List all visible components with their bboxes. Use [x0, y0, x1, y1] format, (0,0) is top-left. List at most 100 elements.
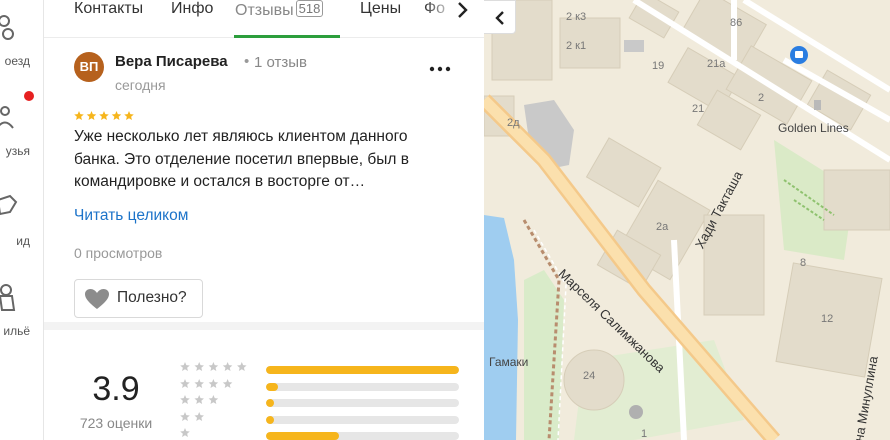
star-icon	[208, 395, 219, 405]
star-icon	[208, 362, 219, 372]
ratings-count: 723 оценки	[79, 415, 153, 431]
chevron-left-icon	[495, 11, 504, 25]
map-canvas	[484, 0, 890, 440]
star-icon	[74, 111, 84, 121]
house-number: 12	[821, 313, 834, 325]
review-rating-stars	[74, 111, 134, 121]
read-more-link[interactable]: Читать целиком	[74, 207, 188, 225]
review-views: 0 просмотров	[74, 245, 163, 261]
rail-item-guide[interactable]: ид	[0, 190, 44, 260]
collapse-panel-button[interactable]	[484, 0, 516, 34]
author-separator: •	[244, 53, 250, 70]
house-number: 2	[758, 92, 765, 104]
tab-contacts[interactable]: Контакты	[74, 0, 143, 18]
row-stars	[180, 428, 190, 438]
poi-label[interactable]: Golden Lines	[778, 121, 849, 135]
row-stars	[180, 362, 247, 372]
star-icon	[180, 411, 190, 421]
star-icon	[237, 362, 247, 372]
star-icon	[180, 362, 190, 372]
row-stars	[180, 395, 219, 405]
housing-icon	[0, 284, 16, 311]
rating-row[interactable]	[180, 378, 470, 395]
star-icon	[111, 111, 122, 121]
rating-bar-fill	[266, 366, 459, 374]
rating-bar-track	[266, 432, 459, 440]
rail-item-label: ильё	[3, 324, 30, 338]
rail-item-label: ид	[16, 234, 30, 248]
star-icon	[222, 378, 233, 388]
more-options-button[interactable]	[428, 60, 452, 78]
star-icon	[222, 362, 233, 372]
house-number: 21	[692, 103, 705, 115]
tab-bar: Контакты Инфо Отзывы518 Цены Фо	[44, 0, 484, 38]
rating-bar-track	[266, 399, 459, 407]
rail-item-route[interactable]: оезд	[0, 12, 44, 82]
map-view[interactable]: 2 к3 2 к1 86 19 21а 21 2 2д 2а 8 12 24 1…	[484, 0, 890, 440]
house-number: 2а	[656, 221, 669, 233]
left-rail: оезд узья ид ильё	[0, 0, 44, 440]
review-text: Уже несколько лет являюсь клиентом данно…	[74, 128, 409, 190]
star-icon	[86, 111, 97, 121]
house-number: 19	[652, 60, 665, 72]
house-number: 8	[800, 257, 807, 269]
poi-label[interactable]: Гамаки	[489, 355, 528, 369]
row-stars	[180, 411, 204, 421]
rating-bar-fill	[266, 415, 274, 424]
tabs-scroll-right-button[interactable]	[452, 0, 472, 22]
row-stars	[180, 378, 233, 388]
star-icon	[208, 378, 219, 388]
rating-bar-track	[266, 366, 459, 374]
house-number: 2 к1	[566, 40, 587, 52]
rating-row[interactable]	[180, 362, 470, 378]
rating-bar-track	[266, 382, 459, 391]
rating-row[interactable]	[180, 411, 470, 428]
star-icon	[99, 111, 109, 121]
star-icon	[194, 411, 204, 421]
tab-prices[interactable]: Цены	[360, 0, 401, 18]
house-number: 21а	[707, 58, 726, 70]
house-number: 2 к3	[566, 11, 587, 23]
rating-row[interactable]	[180, 395, 470, 411]
heart-icon	[85, 289, 109, 309]
house-number: 1	[641, 428, 648, 440]
bus-stop-icon[interactable]	[790, 46, 808, 64]
more-dots-icon	[429, 66, 451, 72]
tab-info[interactable]: Инфо	[171, 0, 213, 18]
house-number: 24	[583, 370, 596, 382]
rating-bar-fill	[266, 399, 274, 407]
rating-bar-track	[266, 415, 459, 424]
notification-dot	[24, 91, 34, 101]
chevron-right-icon	[458, 2, 468, 18]
overall-score: 3.9	[92, 370, 140, 408]
guide-icon	[0, 194, 18, 216]
tab-reviews-label: Отзывы	[235, 2, 294, 19]
rail-item-friends[interactable]: узья	[0, 100, 44, 170]
friends-icon	[0, 106, 14, 129]
author-review-count: 1 отзыв	[254, 54, 308, 71]
rating-bar-fill	[266, 432, 340, 440]
tab-reviews[interactable]: Отзывы 518	[235, 0, 324, 20]
star-icon	[194, 362, 204, 372]
useful-button[interactable]: Полезно?	[74, 279, 203, 318]
rail-item-housing[interactable]: ильё	[0, 282, 44, 352]
rating-row[interactable]	[180, 428, 470, 440]
star-icon	[124, 111, 134, 121]
star-icon	[180, 378, 190, 388]
star-icon	[180, 395, 190, 405]
review-card: ВП Вера Писарева • 1 отзыв сегодня Уже н…	[44, 38, 484, 330]
rail-item-label: оезд	[4, 54, 30, 68]
org-panel: Контакты Инфо Отзывы518 Цены Фо ВП Вера …	[44, 0, 484, 440]
app-root: оезд узья ид ильё Контакты Инфо Отзывы 5…	[0, 0, 890, 440]
review-author[interactable]: Вера Писарева	[115, 53, 228, 70]
rating-bar-fill	[266, 382, 278, 391]
rating-summary: 3.9 723 оценки	[44, 338, 484, 440]
house-number: 86	[730, 17, 743, 29]
house-number: 2д	[507, 117, 520, 129]
reviews-count-badge: 518	[295, 0, 324, 17]
avatar[interactable]: ВП	[74, 52, 104, 82]
review-date: сегодня	[115, 77, 166, 93]
rail-item-label: узья	[5, 144, 30, 158]
star-icon	[180, 428, 190, 438]
bus-glyph	[795, 51, 803, 58]
